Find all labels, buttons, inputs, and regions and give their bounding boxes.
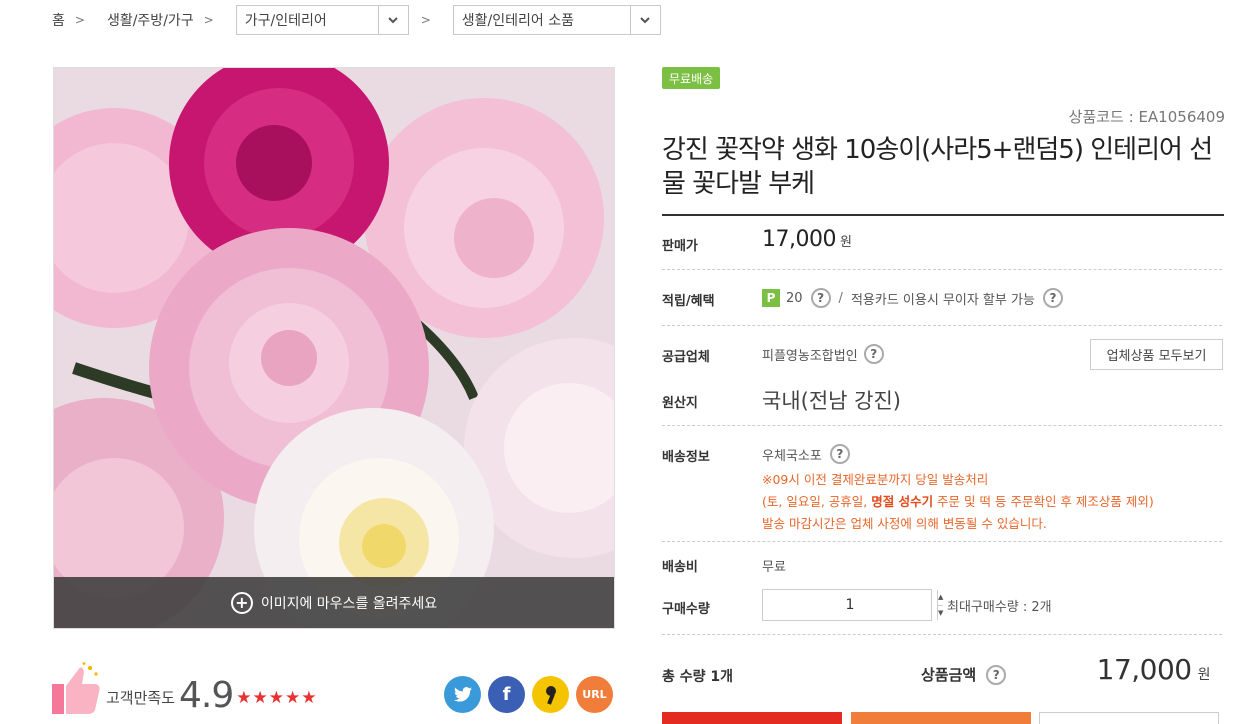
quantity-input[interactable] bbox=[763, 590, 937, 620]
price-value-wrap: 17,000 원 bbox=[762, 227, 852, 252]
benefit-value: P 20 ? / 적용카드 이용시 무이자 할부 가능 ? bbox=[762, 288, 1063, 308]
category-select-furniture[interactable]: 가구/인테리어 bbox=[235, 5, 409, 35]
point-value: 20 bbox=[786, 290, 803, 306]
product-image[interactable]: + 이미지에 마우스를 올려주세요 bbox=[53, 67, 615, 629]
price-value: 17,000 bbox=[762, 227, 836, 252]
shipping-note: (토, 일요일, 공휴일, 명절 성수기 주문 및 떡 등 주문확인 후 제조상… bbox=[762, 494, 1154, 509]
chevron-right-icon: > bbox=[74, 13, 85, 27]
facebook-share-button[interactable]: f bbox=[488, 676, 525, 713]
amount-label: 상품금액 bbox=[921, 666, 977, 684]
shipping-label: 배송정보 bbox=[662, 450, 710, 465]
customer-satisfaction: 고객만족도 4.9 ★★★★★ bbox=[52, 660, 317, 716]
breadcrumb: 홈 > 생활/주방/가구 > 가구/인테리어 > 생활/인테리어 소품 bbox=[52, 5, 673, 35]
max-quantity-text: 최대구매수량 : 2개 bbox=[947, 600, 1052, 615]
category-select-interior-goods[interactable]: 생활/인테리어 소품 bbox=[452, 5, 661, 35]
peony-bouquet-image bbox=[54, 68, 614, 628]
increment-button[interactable]: ▲ bbox=[938, 590, 944, 606]
divider bbox=[662, 325, 1222, 326]
add-to-cart-button[interactable] bbox=[851, 712, 1031, 724]
shipping-note: 발송 마감시간은 업체 사정에 의해 변동될 수 있습니다. bbox=[762, 516, 1047, 531]
url-copy-button[interactable]: URL bbox=[576, 676, 613, 713]
plus-circle-icon: + bbox=[230, 591, 253, 614]
thumbs-up-icon bbox=[52, 662, 102, 716]
image-hover-hint: + 이미지에 마우스를 올려주세요 bbox=[54, 577, 614, 628]
point-icon: P bbox=[762, 289, 780, 307]
product-title: 강진 꽃작약 생화 10송이(사라5+랜덤5) 인테리어 선물 꽃다발 부케 bbox=[662, 135, 1213, 199]
quantity-label: 구매수량 bbox=[662, 602, 710, 617]
benefit-label: 적립/혜택 bbox=[662, 294, 715, 309]
hover-hint-text: 이미지에 마우스를 올려주세요 bbox=[260, 595, 438, 612]
chevron-down-icon bbox=[629, 6, 660, 34]
shipping-value-wrap: 우체국소포 ? bbox=[762, 444, 850, 464]
title-divider bbox=[662, 214, 1224, 216]
category-select-label: 생활/인테리어 소품 bbox=[461, 13, 575, 29]
free-shipping-badge: 무료배송 bbox=[662, 67, 721, 89]
origin-value: 국내(전남 강진) bbox=[762, 389, 901, 413]
help-icon[interactable]: ? bbox=[986, 664, 1007, 685]
shipping-note: ※09시 이전 결제완료분까지 당일 발송처리 bbox=[762, 472, 989, 487]
buy-now-button[interactable] bbox=[662, 712, 842, 724]
wishlist-button[interactable] bbox=[1039, 712, 1219, 724]
divider bbox=[662, 541, 1222, 542]
facebook-icon: f bbox=[502, 684, 511, 705]
divider bbox=[662, 425, 1222, 426]
shipping-notes: ※09시 이전 결제완료분까지 당일 발송처리 (토, 일요일, 공휴일, 명절… bbox=[762, 469, 1154, 535]
divider bbox=[662, 269, 1222, 270]
breadcrumb-home[interactable]: 홈 bbox=[52, 10, 65, 30]
decrement-button[interactable]: ▼ bbox=[938, 606, 943, 621]
breadcrumb-category[interactable]: 생활/주방/가구 bbox=[107, 10, 194, 30]
share-buttons: f URL bbox=[444, 676, 613, 713]
supplier-value: 피플영농조합법인 bbox=[762, 348, 858, 364]
price-label: 판매가 bbox=[662, 239, 698, 254]
help-icon[interactable]: ? bbox=[863, 344, 884, 364]
kakaostory-icon bbox=[545, 685, 556, 705]
help-icon[interactable]: ? bbox=[829, 444, 850, 464]
total-amount: 17,000 원 bbox=[1096, 653, 1211, 686]
installment-text: 적용카드 이용시 무이자 할부 가능 bbox=[850, 292, 1035, 308]
help-icon[interactable]: ? bbox=[810, 288, 831, 308]
kakaostory-share-button[interactable] bbox=[532, 676, 569, 713]
category-select-label: 가구/인테리어 bbox=[244, 13, 327, 29]
price-unit: 원 bbox=[839, 235, 852, 250]
twitter-icon bbox=[453, 687, 472, 702]
quantity-stepper: ▲ ▼ bbox=[762, 589, 944, 621]
satisfaction-score: 4.9 bbox=[179, 675, 234, 716]
twitter-share-button[interactable] bbox=[444, 676, 481, 713]
help-icon[interactable]: ? bbox=[1042, 288, 1063, 308]
benefit-separator: / bbox=[838, 290, 843, 306]
view-all-supplier-products-button[interactable]: 업체상품 모두보기 bbox=[1090, 339, 1223, 370]
total-quantity: 총 수량 1개 bbox=[662, 669, 734, 685]
quantity-spin: ▲ ▼ bbox=[937, 590, 944, 621]
chevron-right-icon: > bbox=[420, 13, 431, 27]
divider bbox=[662, 634, 1222, 635]
amount-label-wrap: 상품금액 ? bbox=[921, 664, 1007, 685]
supplier-label: 공급업체 bbox=[662, 350, 710, 365]
chevron-down-icon bbox=[377, 6, 408, 34]
shipping-fee-label: 배송비 bbox=[662, 560, 698, 575]
supplier-value-wrap: 피플영농조합법인 ? bbox=[762, 344, 884, 364]
star-rating-icon: ★★★★★ bbox=[236, 688, 318, 708]
shipping-value: 우체국소포 bbox=[762, 448, 822, 464]
chevron-right-icon: > bbox=[203, 13, 214, 27]
shipping-fee-value: 무료 bbox=[762, 560, 786, 575]
origin-label: 원산지 bbox=[662, 396, 698, 411]
product-code: 상품코드 : EA1056409 bbox=[1068, 108, 1225, 126]
satisfaction-label: 고객만족도 bbox=[106, 689, 176, 707]
